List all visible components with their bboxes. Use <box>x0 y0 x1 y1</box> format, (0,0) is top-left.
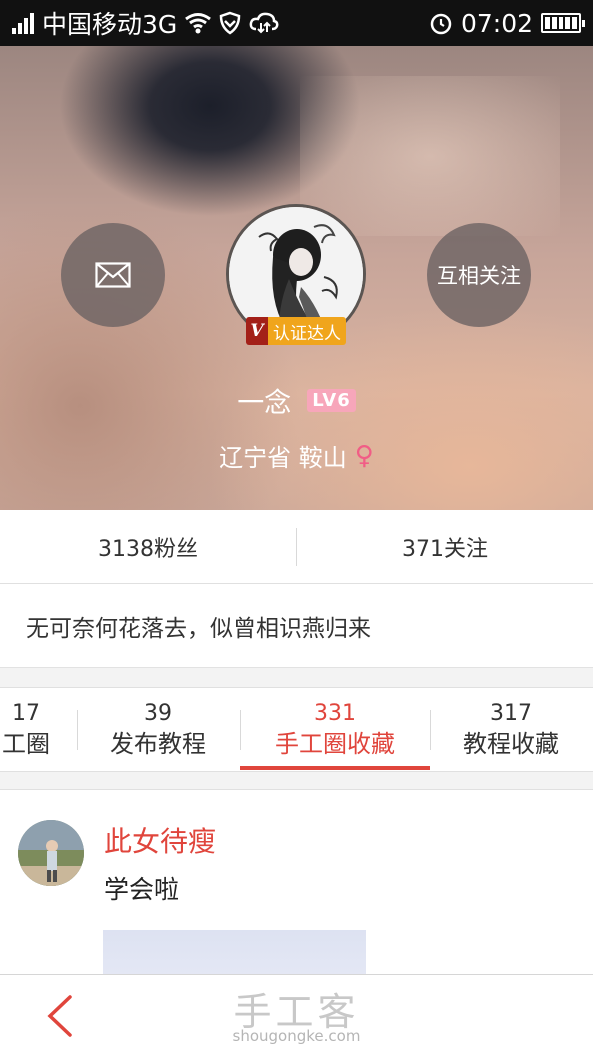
following-count[interactable]: 371关注 <box>297 531 593 563</box>
bottom-bar: 手工客 shougongke.com <box>0 974 593 1055</box>
user-name: 一念 <box>237 388 292 419</box>
shield-icon <box>220 11 241 35</box>
list-item[interactable]: 此女待瘦 学会啦 <box>0 790 593 974</box>
location-text: 辽宁省 鞍山 <box>219 444 347 472</box>
cloud-sync-icon <box>249 12 279 34</box>
tab-count: 17 <box>12 701 40 726</box>
tab-label: 工圈 <box>2 730 50 758</box>
name-row: 一念 LV6 <box>0 381 593 420</box>
verified-badge: V 认证达人 <box>246 317 346 345</box>
section-spacer <box>0 772 593 790</box>
signal-icon <box>12 12 34 34</box>
tab-circle-posts[interactable]: 17 工圈 <box>0 688 74 772</box>
content-tabs: 17 工圈 39 发布教程 331 手工圈收藏 317 教程收藏 <box>0 688 593 772</box>
avatar-photo <box>18 820 84 886</box>
post-image[interactable] <box>103 930 366 974</box>
profile-motto: 无可奈何花落去，似曾相识燕归来 <box>0 584 593 668</box>
tab-count: 331 <box>314 701 356 726</box>
envelope-icon <box>95 262 131 288</box>
location-row: 辽宁省 鞍山 ♀ <box>0 438 593 473</box>
watermark-url: shougongke.com <box>232 1027 361 1045</box>
post-author-avatar[interactable] <box>18 820 84 886</box>
tab-label: 发布教程 <box>110 730 206 758</box>
section-spacer <box>0 668 593 688</box>
clock-time: 07:02 <box>460 8 533 38</box>
tab-label: 手工圈收藏 <box>275 730 395 758</box>
active-tab-indicator <box>240 766 430 770</box>
female-icon: ♀ <box>354 440 374 471</box>
tab-count: 39 <box>144 701 172 726</box>
mutual-follow-button[interactable]: 互相关注 <box>427 223 531 327</box>
tab-tutorial-favorites[interactable]: 317 教程收藏 <box>440 688 582 772</box>
message-button[interactable] <box>61 223 165 327</box>
status-bar: 中国移动3G 07:02 <box>0 0 593 46</box>
level-badge: LV6 <box>307 389 356 412</box>
wifi-icon <box>185 13 212 34</box>
tab-circle-favorites[interactable]: 331 手工圈收藏 <box>240 688 430 772</box>
tab-divider <box>430 710 431 750</box>
post-text: 学会啦 <box>104 875 180 904</box>
tab-published-tutorials[interactable]: 39 发布教程 <box>90 688 226 772</box>
fans-count[interactable]: 3138粉丝 <box>0 531 296 563</box>
verified-label: 认证达人 <box>268 317 346 345</box>
battery-icon <box>541 13 585 33</box>
stats-bar: 3138粉丝 371关注 <box>0 510 593 584</box>
verified-mark: V <box>246 317 268 345</box>
tab-count: 317 <box>490 701 532 726</box>
tab-label: 教程收藏 <box>463 730 559 758</box>
mutual-follow-label: 互相关注 <box>437 264 521 288</box>
profile-header: 互相关注 V 认证达人 一念 LV6 辽宁省 鞍山 ♀ <box>0 46 593 510</box>
post-author-name[interactable]: 此女待瘦 <box>104 820 216 860</box>
carrier-label: 中国移动3G <box>42 10 178 39</box>
alarm-icon <box>430 13 452 35</box>
tab-divider <box>77 710 78 750</box>
